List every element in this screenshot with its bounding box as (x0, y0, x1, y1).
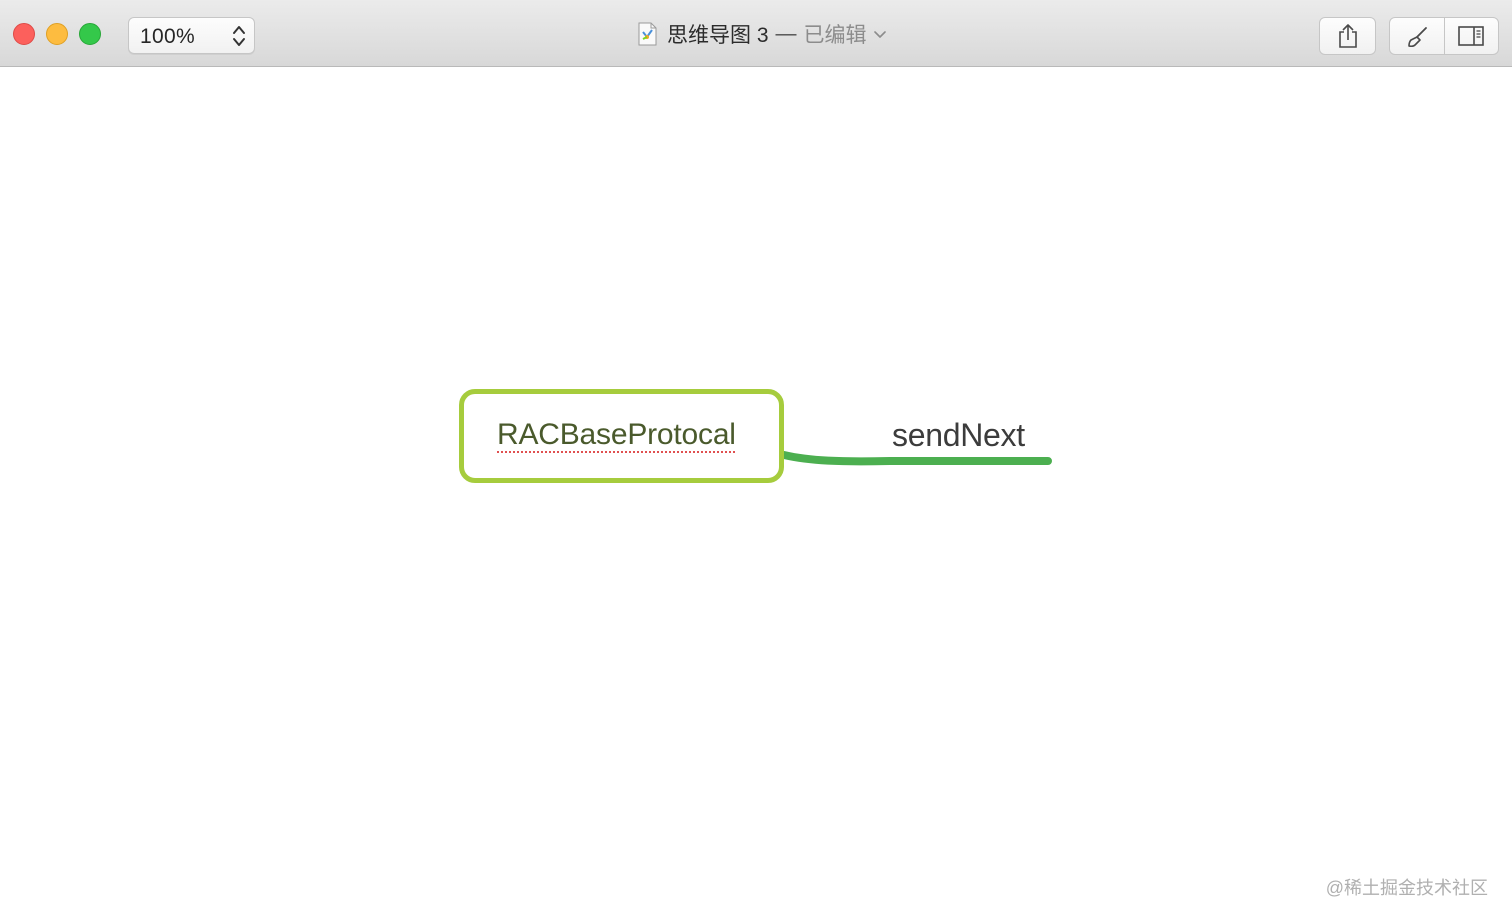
share-button[interactable] (1319, 17, 1376, 55)
brush-icon (1408, 27, 1427, 48)
subtopic-sendnext[interactable]: sendNext (892, 417, 1025, 454)
central-topic-label: RACBaseProtocal (497, 418, 736, 451)
document-title: 思维导图 3 (667, 24, 769, 47)
edit-status: 已编辑 (803, 24, 867, 47)
format-button[interactable] (1390, 18, 1444, 54)
share-icon (1339, 24, 1357, 48)
title-separator: — (775, 22, 797, 45)
sidebar-toggle-icon (1458, 26, 1484, 46)
sidebar-toggle-button[interactable] (1445, 18, 1498, 54)
chevron-down-icon[interactable] (873, 31, 886, 39)
zoom-select[interactable]: 100% (128, 17, 255, 54)
zoom-value: 100% (140, 25, 195, 48)
mindmap-document-icon (638, 22, 657, 46)
watermark: @稀土掘金技术社区 (1325, 878, 1488, 898)
mindmap-canvas[interactable]: RACBaseProtocal sendNext @稀土掘金技术社区 (0, 67, 1512, 924)
up-down-chevron-icon (233, 26, 245, 46)
close-button[interactable] (13, 23, 35, 45)
app-window: 100% 思维导图 3 — 已编辑 RACBaseProtocal sendNe… (0, 0, 1512, 924)
fullscreen-button[interactable] (79, 23, 101, 45)
central-topic[interactable]: RACBaseProtocal (459, 389, 784, 483)
title-bar[interactable]: 100% 思维导图 3 — 已编辑 (0, 0, 1512, 67)
window-title[interactable]: 思维导图 3 — 已编辑 (638, 18, 886, 50)
minimize-button[interactable] (46, 23, 68, 45)
inspector-toolbar-group (1389, 17, 1499, 55)
